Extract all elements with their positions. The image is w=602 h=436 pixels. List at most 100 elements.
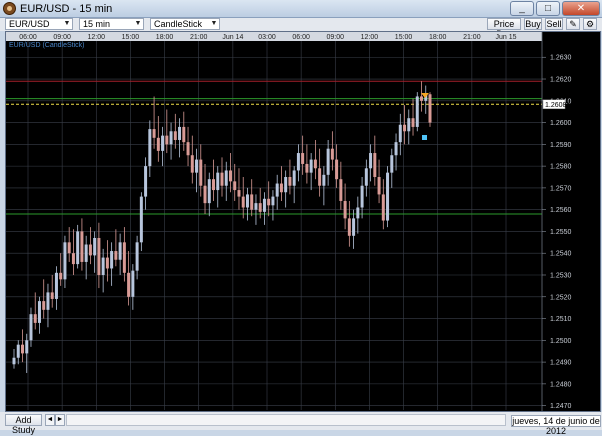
candle-body <box>352 218 356 236</box>
candle-body <box>122 242 126 273</box>
candle-body <box>428 94 432 123</box>
candle <box>212 159 216 201</box>
candle-body <box>63 242 67 280</box>
candle-body <box>93 237 97 256</box>
candle-body <box>135 242 139 271</box>
candle-body <box>381 194 385 221</box>
candle <box>131 264 135 310</box>
maximize-button[interactable]: □ <box>536 1 560 16</box>
x-tick-label: Jun 14 <box>222 34 243 41</box>
candle-body <box>173 131 177 140</box>
candle <box>237 168 241 210</box>
candle-body <box>139 196 143 243</box>
minimize-button[interactable]: _ <box>510 1 534 16</box>
candle <box>144 157 148 210</box>
chart-area[interactable]: 06:00 09:00 12:00 15:00 18:00 21:00 Jun 14 03:0… <box>5 31 601 412</box>
candle <box>173 113 177 149</box>
candle <box>80 218 84 271</box>
candle-body <box>152 129 156 138</box>
candle-body <box>254 203 258 210</box>
x-tick-label: 18:00 <box>429 34 447 41</box>
chart-legend: EUR/USD (CandleStick) <box>9 42 84 49</box>
candle-body <box>71 253 75 265</box>
candle <box>76 224 80 269</box>
candle-body <box>330 148 334 160</box>
candle <box>360 177 364 219</box>
candle-body <box>101 257 105 275</box>
candle <box>97 222 101 289</box>
candle <box>339 161 343 210</box>
candle-body <box>356 207 360 219</box>
x-tick-label: 12:00 <box>361 34 379 41</box>
candle-body <box>369 153 373 169</box>
candle <box>364 159 368 197</box>
candle <box>428 92 432 127</box>
add-study-button[interactable]: Add Study <box>5 414 42 435</box>
candle-body <box>326 148 330 175</box>
candle-body <box>46 292 50 310</box>
candle <box>139 192 143 252</box>
y-tick-label: 1.2550 <box>550 229 572 236</box>
candle-body <box>318 168 322 186</box>
candle <box>161 126 165 167</box>
x-tick-label: 06:00 <box>19 34 37 41</box>
candle <box>279 166 283 201</box>
candle-body <box>178 126 182 140</box>
symbol-value: EUR/USD <box>9 19 50 29</box>
chart-type-select[interactable]: CandleStick ▼ <box>150 18 220 30</box>
candle <box>305 144 309 184</box>
candle-body <box>148 129 152 167</box>
candle <box>390 148 394 188</box>
candle <box>254 194 258 225</box>
y-tick-label: 1.2480 <box>550 381 572 388</box>
sell-button[interactable]: Sell <box>545 18 563 30</box>
window-controls: _ □ ✕ <box>510 1 600 16</box>
candle <box>12 349 16 369</box>
candle <box>224 161 228 201</box>
candle-body <box>228 170 232 182</box>
candle <box>122 227 126 282</box>
candle-body <box>284 177 288 193</box>
candle-body <box>262 198 266 212</box>
symbol-select[interactable]: EUR/USD ▼ <box>5 18 73 30</box>
candle-body <box>190 155 194 173</box>
candle-body <box>411 118 415 127</box>
candle <box>322 166 326 206</box>
candle-body <box>322 174 326 186</box>
x-tick-label: Jun 15 <box>495 34 516 41</box>
chart-tool-icon[interactable]: ✎ <box>566 18 580 30</box>
close-button[interactable]: ✕ <box>562 1 600 16</box>
y-tick-label: 1.2560 <box>550 207 572 214</box>
candle-body <box>258 203 262 212</box>
candle-body <box>59 272 63 280</box>
candle-body <box>394 142 398 156</box>
candle <box>88 227 92 265</box>
candle-body <box>84 244 88 262</box>
candle-body <box>42 301 46 310</box>
time-scrollbar[interactable] <box>66 414 506 426</box>
candle <box>114 229 118 267</box>
candle <box>381 179 385 230</box>
candle <box>284 170 288 208</box>
candle-body <box>88 244 92 256</box>
candle <box>33 292 37 330</box>
chevron-down-icon: ▼ <box>63 20 71 27</box>
bottom-bar: Add Study ◄ ► jueves, 14 de junio de 201… <box>0 412 602 436</box>
x-tick-label: 03:00 <box>258 34 276 41</box>
candle-body <box>118 242 122 260</box>
scroll-left-button[interactable]: ◄ <box>45 414 55 426</box>
order-marker[interactable] <box>422 135 427 140</box>
scroll-right-button[interactable]: ► <box>55 414 65 426</box>
candle <box>220 157 224 197</box>
candle <box>216 166 220 208</box>
candle <box>228 153 232 193</box>
buy-button[interactable]: Buy <box>524 18 542 30</box>
candle-body <box>267 198 271 206</box>
candle <box>16 340 20 365</box>
candle-body <box>216 172 220 191</box>
candle-body <box>398 124 402 143</box>
price-box-button[interactable]: Price Box <box>487 18 521 39</box>
period-select[interactable]: 15 min ▼ <box>79 18 144 30</box>
settings-icon[interactable]: ⚙ <box>583 18 597 30</box>
candle-body <box>275 183 279 197</box>
